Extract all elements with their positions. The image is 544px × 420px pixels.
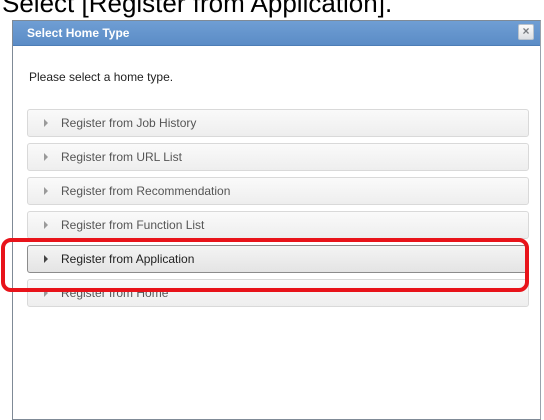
option-register-from-home[interactable]: Register from Home <box>27 279 529 307</box>
option-register-from-function-list[interactable]: Register from Function List <box>27 211 529 239</box>
caret-right-icon <box>44 119 48 127</box>
option-register-from-application[interactable]: Register from Application <box>27 245 529 273</box>
dialog-header: Select Home Type × <box>13 21 540 46</box>
close-icon[interactable]: × <box>518 24 534 40</box>
select-home-type-dialog: Select Home Type × Please select a home … <box>12 20 541 420</box>
home-type-option-list: Register from Job History Register from … <box>27 109 529 313</box>
caret-right-icon <box>44 221 48 229</box>
option-register-from-url-list[interactable]: Register from URL List <box>27 143 529 171</box>
caret-right-icon <box>44 187 48 195</box>
option-label: Register from Function List <box>61 218 205 232</box>
option-register-from-recommendation[interactable]: Register from Recommendation <box>27 177 529 205</box>
caret-right-icon <box>44 289 48 297</box>
instruction-text: Please select a home type. <box>29 70 174 84</box>
option-register-from-job-history[interactable]: Register from Job History <box>27 109 529 137</box>
instruction-caption: Select [Register from Application]. <box>2 0 393 18</box>
caret-right-icon <box>44 153 48 161</box>
option-label: Register from Recommendation <box>61 184 231 198</box>
caret-right-icon <box>44 255 48 263</box>
option-label: Register from Home <box>61 286 169 300</box>
option-label: Register from URL List <box>61 150 182 164</box>
dialog-title: Select Home Type <box>27 26 130 40</box>
option-label: Register from Job History <box>61 116 197 130</box>
option-label: Register from Application <box>61 252 195 266</box>
